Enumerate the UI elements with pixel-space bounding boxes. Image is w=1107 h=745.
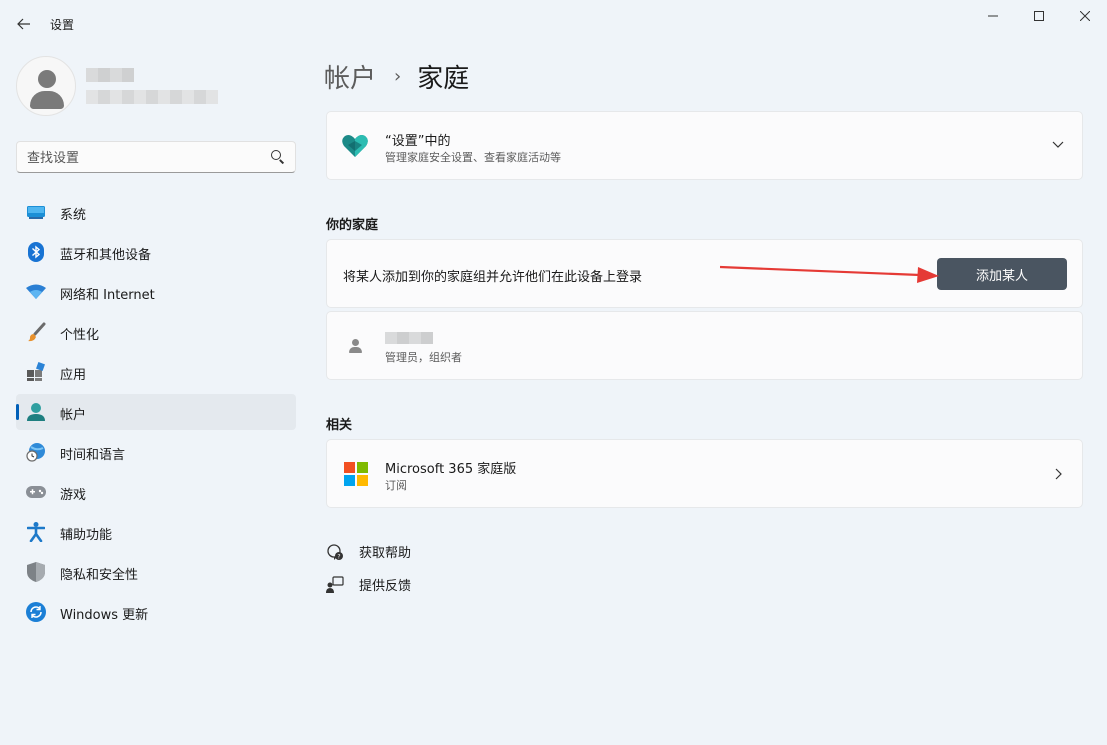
sidebar-item-label: 时间和语言 xyxy=(60,448,126,463)
give-feedback-label: 提供反馈 xyxy=(359,579,412,594)
avatar[interactable] xyxy=(16,56,76,116)
page-title: 家庭 xyxy=(417,64,470,94)
close-icon xyxy=(1080,11,1090,21)
sidebar-item-label: 辅助功能 xyxy=(60,528,113,543)
breadcrumb: 帐户 › 家庭 xyxy=(324,58,469,95)
svg-text:?: ? xyxy=(337,553,340,560)
minimize-icon xyxy=(988,15,998,17)
back-button[interactable] xyxy=(12,12,36,36)
chevron-down-icon[interactable] xyxy=(1052,141,1064,149)
close-button[interactable] xyxy=(1062,0,1107,32)
sidebar-item-gaming[interactable]: 游戏 xyxy=(16,474,296,510)
minimize-button[interactable] xyxy=(970,0,1016,32)
sidebar-item-label: 帐户 xyxy=(60,408,87,423)
sidebar-item-apps[interactable]: 应用 xyxy=(16,354,296,390)
sidebar-item-privacy[interactable]: 隐私和安全性 xyxy=(16,554,296,590)
sidebar-item-label: 系统 xyxy=(60,208,87,223)
give-feedback-link[interactable]: 提供反馈 xyxy=(326,575,411,594)
sidebar-item-accounts[interactable]: 帐户 xyxy=(16,394,296,430)
get-help-link[interactable]: ? 获取帮助 xyxy=(326,542,411,561)
globe-clock-icon xyxy=(26,442,46,462)
microsoft-logo-icon xyxy=(344,462,368,486)
sidebar-nav: 系统 蓝牙和其他设备 网络和 Internet 个性化 应用 帐户 时间和语言 … xyxy=(16,194,296,634)
maximize-button[interactable] xyxy=(1016,0,1062,32)
family-app-card[interactable]: “设置”中的 管理家庭安全设置、查看家庭活动等 xyxy=(326,111,1083,180)
family-app-title: “设置”中的 xyxy=(385,134,451,149)
sidebar-item-system[interactable]: 系统 xyxy=(16,194,296,230)
sidebar-item-bluetooth[interactable]: 蓝牙和其他设备 xyxy=(16,234,296,270)
breadcrumb-separator: › xyxy=(394,66,402,87)
search-input[interactable] xyxy=(27,149,267,167)
feedback-icon xyxy=(326,575,344,594)
gamepad-icon xyxy=(26,482,46,502)
member-role: 管理员，组织者 xyxy=(385,351,462,364)
arrow-left-icon xyxy=(17,18,30,30)
title-bar: 设置 xyxy=(0,0,1107,48)
sidebar-item-accessibility[interactable]: 辅助功能 xyxy=(16,514,296,550)
system-display-icon xyxy=(26,202,46,222)
ms365-subtitle: 订阅 xyxy=(385,479,407,492)
related-heading: 相关 xyxy=(326,418,353,433)
user-name-redacted xyxy=(86,68,134,82)
member-avatar-icon xyxy=(347,338,363,354)
account-icon xyxy=(26,402,46,422)
help-chat-icon: ? xyxy=(326,543,344,561)
sidebar-item-label: 蓝牙和其他设备 xyxy=(60,248,152,263)
add-someone-button[interactable]: 添加某人 xyxy=(937,258,1067,290)
your-family-heading: 你的家庭 xyxy=(326,218,379,233)
user-email-redacted xyxy=(86,90,218,104)
sidebar-item-time-language[interactable]: 时间和语言 xyxy=(16,434,296,470)
app-title: 设置 xyxy=(50,18,75,32)
chevron-right-icon[interactable] xyxy=(1055,468,1063,480)
sidebar-item-label: 应用 xyxy=(60,368,87,383)
sidebar-item-network[interactable]: 网络和 Internet xyxy=(16,274,296,310)
paintbrush-icon xyxy=(26,322,46,342)
ms365-card[interactable]: Microsoft 365 家庭版 订阅 xyxy=(326,439,1083,508)
sidebar-item-label: 游戏 xyxy=(60,488,87,503)
sidebar-item-label: 隐私和安全性 xyxy=(60,568,139,583)
sidebar-item-label: 个性化 xyxy=(60,328,100,343)
family-member-card[interactable]: 管理员，组织者 xyxy=(326,311,1083,380)
sidebar-item-personalization[interactable]: 个性化 xyxy=(16,314,296,350)
wifi-icon xyxy=(26,282,46,302)
sidebar-item-windows-update[interactable]: Windows 更新 xyxy=(16,594,296,630)
search-icon[interactable] xyxy=(271,150,285,164)
maximize-icon xyxy=(1034,11,1044,21)
annotation-arrow-icon xyxy=(720,265,939,283)
accessibility-icon xyxy=(26,522,46,542)
update-icon xyxy=(26,602,46,622)
add-member-text: 将某人添加到你的家庭组并允许他们在此设备上登录 xyxy=(343,270,643,285)
family-app-subtitle: 管理家庭安全设置、查看家庭活动等 xyxy=(385,151,561,164)
member-name-redacted xyxy=(385,332,433,344)
bluetooth-icon xyxy=(26,242,46,262)
search-box[interactable] xyxy=(16,141,296,173)
apps-icon xyxy=(26,362,46,382)
sidebar-item-label: Windows 更新 xyxy=(60,608,149,623)
get-help-label: 获取帮助 xyxy=(359,546,412,561)
shield-icon xyxy=(26,562,46,582)
family-heart-icon xyxy=(342,135,368,157)
ms365-title: Microsoft 365 家庭版 xyxy=(385,462,517,477)
add-member-card: 将某人添加到你的家庭组并允许他们在此设备上登录 添加某人 xyxy=(326,239,1083,308)
breadcrumb-parent[interactable]: 帐户 xyxy=(324,58,376,95)
sidebar-item-label: 网络和 Internet xyxy=(60,288,155,303)
